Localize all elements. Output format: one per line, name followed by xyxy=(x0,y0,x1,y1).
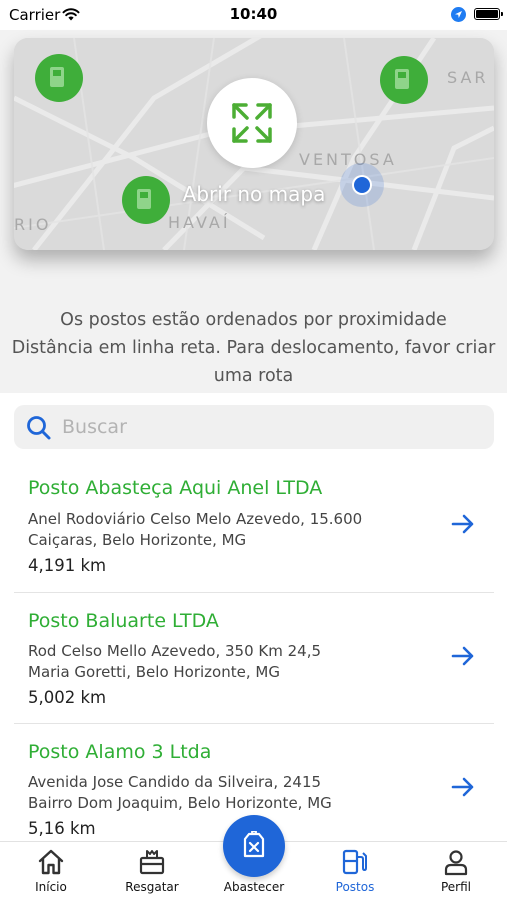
battery-icon xyxy=(474,8,503,20)
station-marker-icon xyxy=(35,54,83,102)
street-label-sar: SAR xyxy=(447,68,489,87)
tab-postos[interactable]: Postos xyxy=(310,842,400,900)
station-name: Posto Abasteça Aqui Anel LTDA xyxy=(28,477,323,499)
fuel-can-icon xyxy=(243,831,265,858)
tab-label: Início xyxy=(35,880,67,894)
stations-panel: Posto Abasteça Aqui Anel LTDA Anel Rodov… xyxy=(0,393,507,843)
status-bar: Carrier 10:40 xyxy=(0,0,507,30)
expand-circle[interactable] xyxy=(207,78,297,168)
open-map-button[interactable]: Abrir no mapa xyxy=(183,78,325,248)
station-address-line: Avenida Jose Candido da Silveira, 2415 xyxy=(28,773,322,791)
tab-label: Perfil xyxy=(440,880,472,894)
station-list-item[interactable]: Posto Baluarte LTDA Rod Celso Mello Azev… xyxy=(14,592,494,723)
station-distance: 4,191 km xyxy=(28,556,107,575)
refuel-fab-button[interactable] xyxy=(223,815,285,877)
search-icon xyxy=(27,416,51,440)
map-preview[interactable]: VENTOSA HAVAÍ RIO SAR Abrir no mapa xyxy=(14,38,494,250)
station-marker-icon xyxy=(122,176,170,224)
station-marker-icon xyxy=(380,56,428,104)
status-time: 10:40 xyxy=(229,5,278,23)
station-address-line: Bairro Dom Joaquim, Belo Horizonte, MG xyxy=(28,794,332,812)
tab-inicio[interactable]: Início xyxy=(6,842,96,900)
station-name: Posto Baluarte LTDA xyxy=(28,610,219,632)
gift-icon xyxy=(139,850,165,875)
station-address-line: Rod Celso Mello Azevedo, 350 Km 24,5 xyxy=(28,642,322,660)
tab-resgatar[interactable]: Resgatar xyxy=(107,842,197,900)
station-address: Avenida Jose Candido da Silveira, 2415 B… xyxy=(28,772,332,814)
station-list-item[interactable]: Posto Abasteça Aqui Anel LTDA Anel Rodov… xyxy=(14,461,494,592)
search-bar[interactable] xyxy=(14,405,494,449)
user-icon xyxy=(444,850,468,876)
tab-label: Postos xyxy=(335,880,375,894)
sort-info: Os postos estão ordenados por proximidad… xyxy=(0,306,507,390)
arrow-right-icon[interactable] xyxy=(451,645,475,667)
station-address: Rod Celso Mello Azevedo, 350 Km 24,5 Mar… xyxy=(28,641,321,683)
tab-label: Resgatar xyxy=(125,880,179,894)
home-icon xyxy=(38,849,64,875)
station-address-line: Anel Rodoviário Celso Melo Azevedo, 15.6… xyxy=(28,510,363,528)
arrow-right-icon[interactable] xyxy=(451,776,475,798)
search-input[interactable] xyxy=(62,411,482,443)
tab-perfil[interactable]: Perfil xyxy=(411,842,501,900)
distance-info-line: Distância em linha reta. Para deslocamen… xyxy=(11,338,496,386)
gas-station-icon xyxy=(342,849,367,875)
station-distance: 5,002 km xyxy=(28,688,107,707)
street-label-rio: RIO xyxy=(14,215,51,234)
street-label-ventosa: VENTOSA xyxy=(299,150,397,169)
sort-info-line: Os postos estão ordenados por proximidad… xyxy=(60,310,447,330)
location-arrow-icon xyxy=(451,7,466,26)
station-address-line: Maria Goretti, Belo Horizonte, MG xyxy=(28,663,280,681)
arrow-right-icon[interactable] xyxy=(451,513,475,535)
station-address-line: Caiçaras, Belo Horizonte, MG xyxy=(28,531,247,549)
user-location-dot xyxy=(340,163,384,207)
open-map-label: Abrir no mapa xyxy=(182,182,326,206)
tab-label: Abastecer xyxy=(223,880,285,894)
station-name: Posto Alamo 3 Ltda xyxy=(28,741,212,763)
station-distance: 5,16 km xyxy=(28,819,96,838)
station-address: Anel Rodoviário Celso Melo Azevedo, 15.6… xyxy=(28,509,362,551)
expand-arrows-icon xyxy=(232,103,272,143)
